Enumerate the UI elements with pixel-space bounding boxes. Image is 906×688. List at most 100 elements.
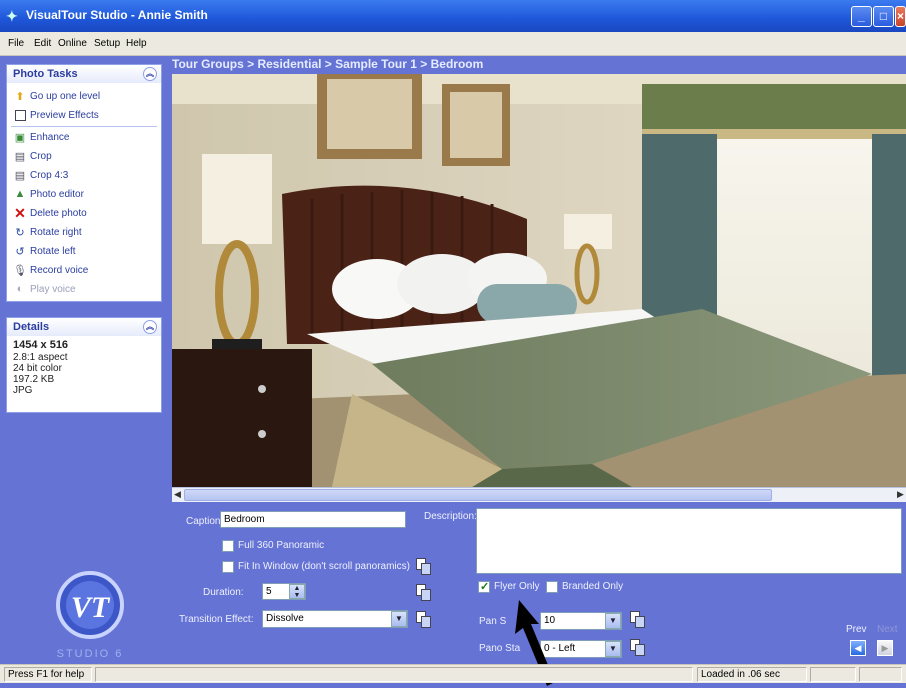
transition-label: Transition Effect: [179, 614, 254, 625]
horizontal-scrollbar[interactable]: ◀ ▶ [172, 487, 906, 502]
photo-tasks-panel: Photo Tasks ︽ ⬆ Go up one level Preview … [6, 64, 162, 302]
task-label: Crop 4:3 [30, 169, 69, 181]
status-cell [810, 667, 856, 682]
menu-help[interactable]: Help [126, 38, 147, 49]
status-cell [859, 667, 902, 682]
delete-icon: ✕ [14, 204, 26, 221]
task-label: Delete photo [30, 207, 87, 219]
next-label: Next [877, 624, 898, 635]
breadcrumb[interactable]: Tour Groups > Residential > Sample Tour … [172, 57, 483, 71]
copy-to-all-icon[interactable] [630, 639, 646, 657]
detail-resolution: 1454 x 516 [13, 339, 69, 351]
fit-window-checkbox[interactable] [222, 561, 234, 573]
branded-only-checkbox[interactable] [546, 581, 558, 593]
menu-bar: File Edit Online Setup Help [0, 32, 906, 56]
copy-to-all-icon[interactable] [416, 611, 432, 629]
scroll-left-arrow-icon[interactable]: ◀ [172, 489, 183, 501]
menu-file[interactable]: File [8, 38, 24, 49]
status-bar: Press F1 for help Loaded in .06 sec [0, 664, 906, 683]
rotate-right-icon: ↻ [15, 226, 25, 239]
detail-size: 197.2 KB [13, 374, 55, 385]
divider [11, 126, 157, 127]
speaker-icon: ◐ [16, 283, 24, 295]
prev-button[interactable]: ◀ [850, 640, 866, 656]
task-label: Play voice [30, 283, 76, 295]
next-button[interactable]: ▶ [877, 640, 893, 656]
task-enhance[interactable]: ▣ Enhance [13, 128, 70, 146]
task-rotate-left[interactable]: ↺ Rotate left [13, 242, 76, 260]
branded-only-label: Branded Only [562, 581, 624, 592]
task-crop[interactable]: ▤ Crop [13, 147, 52, 165]
caption-input[interactable]: Bedroom [220, 511, 406, 528]
task-rotate-right[interactable]: ↻ Rotate right [13, 223, 82, 241]
title-bar: ✦ VisualTour Studio - Annie Smith _ □ × [0, 0, 906, 32]
menu-edit[interactable]: Edit [34, 38, 51, 49]
task-photo-editor[interactable]: ▲ Photo editor [13, 185, 84, 203]
bedroom-photo [172, 74, 906, 487]
task-record-voice[interactable]: 🎙 Record voice [13, 261, 88, 279]
detail-aspect: 2.8:1 aspect [13, 352, 68, 363]
task-label: Rotate right [30, 226, 82, 238]
minimize-button[interactable]: _ [851, 6, 872, 27]
full360-label: Full 360 Panoramic [238, 540, 325, 551]
rotate-left-icon: ↺ [15, 245, 25, 258]
task-label: Preview Effects [30, 109, 99, 121]
copy-to-all-icon[interactable] [416, 558, 432, 576]
description-label: Description: [424, 511, 477, 522]
menu-setup[interactable]: Setup [94, 38, 120, 49]
task-delete-photo[interactable]: ✕ Delete photo [13, 204, 87, 222]
studio-logo: VT STUDIO 6 [56, 571, 124, 660]
crop-icon: ▤ [14, 150, 26, 163]
task-preview-effects[interactable]: Preview Effects [13, 106, 99, 124]
scrollbar-thumb[interactable] [184, 489, 772, 501]
chevron-down-icon[interactable]: ▼ [605, 641, 621, 657]
details-panel: Details ︽ 1454 x 516 2.8:1 aspect 24 bit… [6, 317, 162, 413]
maximize-button[interactable]: □ [873, 6, 894, 27]
scroll-right-arrow-icon[interactable]: ▶ [895, 489, 906, 501]
duration-label: Duration: [203, 587, 244, 598]
flyer-only-label: Flyer Only [494, 581, 540, 592]
enhance-icon: ▣ [14, 131, 26, 144]
menu-online[interactable]: Online [58, 38, 87, 49]
caption-label: Caption: [186, 516, 224, 527]
task-label: Photo editor [30, 188, 84, 200]
task-label: Enhance [30, 131, 70, 143]
details-header[interactable]: Details ︽ [7, 318, 161, 336]
chevron-down-icon[interactable]: ▼ [391, 611, 407, 627]
collapse-icon[interactable]: ︽ [143, 320, 157, 334]
flyer-only-checkbox[interactable] [478, 580, 490, 593]
fit-window-label: Fit In Window (don't scroll panoramics) [238, 561, 410, 572]
photo-tasks-header[interactable]: Photo Tasks ︽ [7, 65, 161, 83]
task-crop-43[interactable]: ▤ Crop 4:3 [13, 166, 69, 184]
chevron-down-icon[interactable]: ▼ [605, 613, 621, 629]
app-icon: ✦ [6, 8, 18, 24]
status-spacer [95, 667, 693, 682]
copy-to-all-icon[interactable] [630, 611, 646, 629]
transition-select[interactable]: Dissolve [262, 610, 408, 628]
up-arrow-icon: ⬆ [15, 90, 25, 103]
collapse-icon[interactable]: ︽ [143, 67, 157, 81]
close-button[interactable]: × [895, 6, 906, 27]
checkbox-icon [13, 108, 27, 122]
task-label: Rotate left [30, 245, 76, 257]
detail-color: 24 bit color [13, 363, 62, 374]
pan-speed-label: Pan S [479, 616, 507, 627]
description-textarea[interactable] [476, 508, 902, 574]
detail-format: JPG [13, 385, 33, 396]
copy-to-all-icon[interactable] [416, 584, 432, 602]
status-load-time: Loaded in .06 sec [697, 667, 807, 682]
task-label: Go up one level [30, 90, 101, 102]
task-label: Record voice [30, 264, 89, 276]
full360-checkbox[interactable] [222, 540, 234, 552]
svg-text:STUDIO 6: STUDIO 6 [57, 648, 124, 660]
details-title: Details [13, 321, 50, 333]
status-help-text: Press F1 for help [4, 667, 92, 682]
photo-tasks-title: Photo Tasks [13, 68, 78, 80]
task-play-voice[interactable]: ◐ Play voice [13, 280, 76, 298]
task-go-up[interactable]: ⬆ Go up one level [13, 87, 100, 105]
prev-label: Prev [846, 624, 867, 635]
photo-editor-icon: ▲ [14, 188, 26, 200]
svg-text:VT: VT [71, 591, 111, 624]
photo-viewer[interactable] [172, 74, 906, 487]
spin-arrows-icon[interactable]: ▲ ▼ [289, 584, 305, 599]
